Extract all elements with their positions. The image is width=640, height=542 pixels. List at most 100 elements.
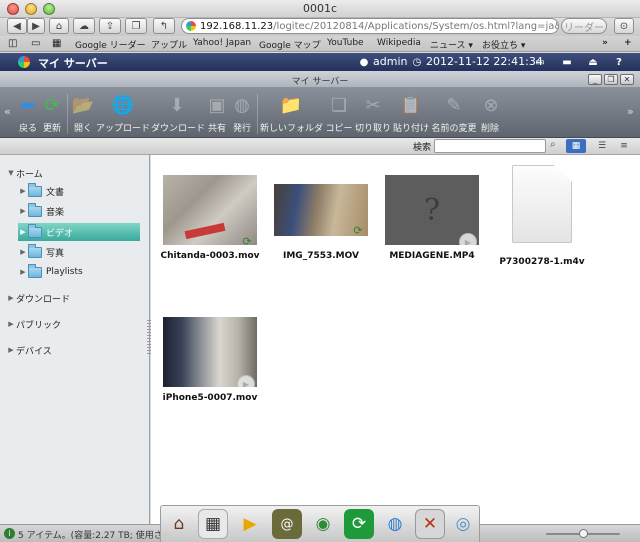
tree-item-devices[interactable]: ▶ デバイス xyxy=(6,341,146,359)
cut-tool[interactable]: ✂ 切り取り xyxy=(354,92,392,135)
sync-icon: ⟳ xyxy=(242,235,252,245)
publish-tool[interactable]: ◍ 発行 xyxy=(229,92,255,135)
window-minimize-button[interactable]: _ xyxy=(588,74,602,85)
delete-tool[interactable]: ⊗ 削除 xyxy=(478,92,502,135)
upload-tool[interactable]: 🌐 アップロード xyxy=(96,92,150,135)
bookmark-google-maps[interactable]: Google マップ xyxy=(259,38,321,51)
collapsed-arrow-icon[interactable]: ▶ xyxy=(18,187,28,195)
icon-view-button[interactable]: ▦ xyxy=(566,139,586,153)
back-tool-label: 戻る xyxy=(18,124,37,134)
home-button[interactable]: ⌂ xyxy=(49,18,69,34)
monitor-icon[interactable]: ▭ xyxy=(534,56,546,68)
file-item[interactable]: P7300278-1.m4v xyxy=(487,165,597,267)
file-item[interactable]: ⟳ IMG_7553.MOV xyxy=(266,175,376,261)
browser-window-title: 0001c xyxy=(302,2,338,15)
cloud-button[interactable]: ☁ xyxy=(73,18,95,34)
tree-item-music[interactable]: ▶ 音楽 xyxy=(18,202,140,220)
info-icon: i xyxy=(4,528,15,539)
bookmark-wikipedia[interactable]: Wikipedia xyxy=(377,38,421,48)
collapsed-arrow-icon[interactable]: ▶ xyxy=(18,248,28,256)
zoom-slider-knob[interactable] xyxy=(579,529,588,538)
grid-icon[interactable]: ▦ xyxy=(52,38,61,49)
more-bookmarks-icon[interactable]: » xyxy=(602,38,608,48)
open-tool[interactable]: 📂 開く xyxy=(70,92,96,135)
search-input[interactable] xyxy=(434,139,546,153)
window-title: マイ サーバー xyxy=(291,77,349,87)
collapsed-arrow-icon[interactable]: ▶ xyxy=(18,268,28,276)
tabs-button[interactable]: ❐ xyxy=(125,18,147,34)
toolbar-scroll-right-icon[interactable]: » xyxy=(627,105,634,118)
tree-item-playlists[interactable]: ▶ Playlists xyxy=(18,263,140,281)
file-item[interactable]: ▶ iPhone5-0007.mov xyxy=(155,317,265,403)
collapsed-arrow-icon[interactable]: ▶ xyxy=(6,320,16,328)
tree-item-music-label: 音楽 xyxy=(46,207,65,218)
eject-icon[interactable]: ⏏ xyxy=(587,56,599,68)
tree-item-public[interactable]: ▶ パブリック xyxy=(6,315,146,333)
sync-app-icon[interactable]: ⟳ xyxy=(344,509,374,539)
tree-item-download[interactable]: ▶ ダウンロード xyxy=(6,289,146,307)
share-button[interactable]: ⇪ xyxy=(99,18,121,34)
mail-app-icon[interactable]: @ xyxy=(272,509,302,539)
paste-tool[interactable]: 📋 貼り付け xyxy=(393,92,429,135)
tree-item-video[interactable]: ▶ ビデオ xyxy=(18,223,140,241)
bookmark-useful[interactable]: お役立ち ▾ xyxy=(482,38,525,51)
detail-view-icon: ≡ xyxy=(620,141,628,151)
window-close-button[interactable]: ✕ xyxy=(620,74,634,85)
bookmark-yahoo-japan[interactable]: Yahoo! Japan xyxy=(193,38,251,48)
back-tool[interactable]: ⬅ 戻る xyxy=(15,92,41,135)
collapsed-arrow-icon[interactable]: ▶ xyxy=(6,294,16,302)
tree-item-documents[interactable]: ▶ 文書 xyxy=(18,182,140,200)
file-item[interactable]: ? ▶ MEDIAGENE.MP4 xyxy=(377,175,487,261)
bookmark-youtube[interactable]: YouTube xyxy=(327,38,364,48)
folder-open-icon: 📂 xyxy=(71,94,95,116)
home-app-icon[interactable]: ⌂ xyxy=(164,509,194,539)
collapsed-arrow-icon[interactable]: ▶ xyxy=(18,228,28,236)
settings-app-icon[interactable]: ✕ xyxy=(415,509,445,539)
downloads-button[interactable]: ⊙ xyxy=(614,18,634,34)
window-restore-button[interactable]: ❐ xyxy=(604,74,618,85)
bookmark-google-reader[interactable]: Google リーダー xyxy=(75,38,146,51)
reader-button[interactable]: リーダー xyxy=(561,18,607,34)
collapsed-arrow-icon[interactable]: ▶ xyxy=(18,207,28,215)
share-tool[interactable]: ▣ 共有 xyxy=(204,92,230,135)
file-name: Chitanda-0003.mov xyxy=(160,251,260,261)
copy-tool[interactable]: ❏ コピー xyxy=(325,92,353,135)
list-view-button[interactable]: ☰ xyxy=(593,139,611,153)
tree-item-devices-label: デバイス xyxy=(16,346,52,357)
book-icon[interactable]: ◫ xyxy=(8,38,17,49)
rename-tool[interactable]: ✎ 名前の変更 xyxy=(431,92,477,135)
bookmark-news[interactable]: ニュース ▾ xyxy=(430,38,473,51)
network-app-icon[interactable]: ◉ xyxy=(308,509,338,539)
document-icon xyxy=(512,165,572,243)
history-button[interactable]: ↰ xyxy=(153,18,175,34)
publish-tool-label: 発行 xyxy=(232,124,251,134)
back-button[interactable]: ◀ xyxy=(7,18,27,34)
address-bar[interactable]: 192.168.11.23/logitec/20120814/Applicati… xyxy=(181,18,559,34)
expanded-arrow-icon[interactable]: ▼ xyxy=(6,169,16,177)
search-icon[interactable]: ⌕ xyxy=(550,139,556,150)
toolbar-scroll-left-icon[interactable]: « xyxy=(4,105,11,118)
add-bookmark-icon[interactable]: + xyxy=(624,38,632,48)
file-item[interactable]: ⟳ Chitanda-0003.mov xyxy=(155,175,265,261)
media-player-app-icon[interactable]: ▶ xyxy=(235,509,265,539)
refresh-tool[interactable]: ⟳ 更新 xyxy=(39,92,65,135)
browser-app-icon[interactable]: ◍ xyxy=(380,509,410,539)
help-app-icon[interactable]: ◎ xyxy=(448,509,478,539)
download-tool[interactable]: ⬇ ダウンロード xyxy=(151,92,205,135)
tree-item-photos[interactable]: ▶ 写真 xyxy=(18,243,140,261)
detail-view-button[interactable]: ≡ xyxy=(614,139,634,153)
zoom-slider[interactable] xyxy=(546,529,620,538)
username[interactable]: admin xyxy=(373,55,407,68)
file-name: IMG_7553.MOV xyxy=(283,251,359,261)
help-icon[interactable]: ? xyxy=(613,56,625,68)
file-manager-app-icon[interactable]: ▦ xyxy=(198,509,228,539)
play-icon: ▶ xyxy=(237,375,255,387)
new-folder-tool[interactable]: 📁 新しいフォルダ xyxy=(260,92,323,135)
collapsed-arrow-icon[interactable]: ▶ xyxy=(6,346,16,354)
forward-button[interactable]: ▶ xyxy=(27,18,45,34)
drive-icon[interactable]: ▬ xyxy=(561,56,573,68)
tree-item-home[interactable]: ▼ ホーム xyxy=(6,164,146,182)
thumbnail-detail xyxy=(184,222,226,240)
bookmark-apple[interactable]: アップル xyxy=(151,38,187,51)
reading-list-icon[interactable]: ▭ xyxy=(31,38,40,49)
